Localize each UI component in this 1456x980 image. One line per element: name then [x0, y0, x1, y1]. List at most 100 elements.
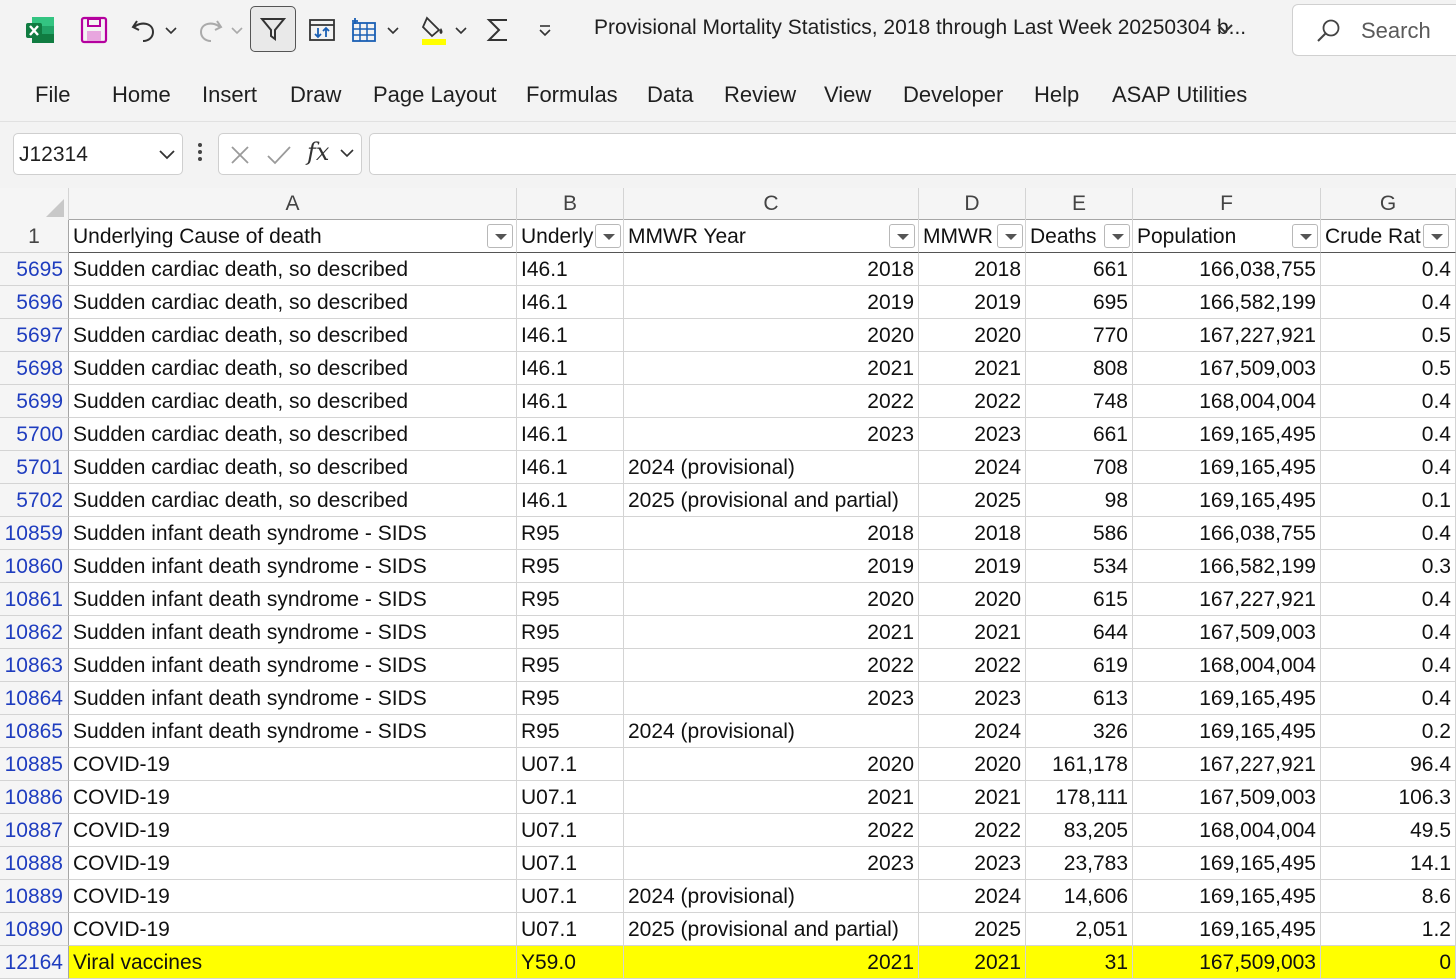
insert-function-icon[interactable]: fx: [307, 138, 329, 166]
row-header[interactable]: 10888: [0, 847, 69, 880]
population-cell[interactable]: 166,038,755: [1133, 517, 1321, 550]
header-cell-mmwr-year[interactable]: MMWR Year: [624, 220, 919, 253]
save-icon[interactable]: [74, 8, 114, 52]
cause-cell[interactable]: Sudden cardiac death, so described: [69, 253, 517, 286]
mmwr-cell[interactable]: 2022: [919, 385, 1026, 418]
crude-rate-cell[interactable]: 0.4: [1321, 649, 1456, 682]
cause-cell[interactable]: Sudden cardiac death, so described: [69, 484, 517, 517]
crude-rate-cell[interactable]: 8.6: [1321, 880, 1456, 913]
mmwr-year-cell[interactable]: 2019: [624, 550, 919, 583]
code-cell[interactable]: R95: [517, 550, 624, 583]
more-options-icon[interactable]: [196, 140, 204, 169]
crude-rate-cell[interactable]: 1.2: [1321, 913, 1456, 946]
mmwr-year-cell[interactable]: 2018: [624, 517, 919, 550]
crude-rate-cell[interactable]: 0.4: [1321, 682, 1456, 715]
filter-icon[interactable]: [250, 6, 296, 52]
population-cell[interactable]: 166,038,755: [1133, 253, 1321, 286]
deaths-cell[interactable]: 748: [1026, 385, 1133, 418]
code-cell[interactable]: R95: [517, 583, 624, 616]
mmwr-cell[interactable]: 2021: [919, 781, 1026, 814]
tab-help[interactable]: Help: [1034, 82, 1079, 108]
filter-dropdown-icon[interactable]: [487, 224, 513, 248]
cause-cell[interactable]: Sudden infant death syndrome - SIDS: [69, 517, 517, 550]
filter-dropdown-icon[interactable]: [595, 224, 621, 248]
deaths-cell[interactable]: 2,051: [1026, 913, 1133, 946]
undo-icon[interactable]: [124, 8, 164, 52]
mmwr-cell[interactable]: 2024: [919, 715, 1026, 748]
tab-draw[interactable]: Draw: [290, 82, 341, 108]
code-cell[interactable]: U07.1: [517, 880, 624, 913]
population-cell[interactable]: 167,509,003: [1133, 616, 1321, 649]
mmwr-year-cell[interactable]: 2020: [624, 748, 919, 781]
filter-dropdown-icon[interactable]: [997, 224, 1023, 248]
cause-cell[interactable]: Sudden cardiac death, so described: [69, 418, 517, 451]
title-chevron-down-icon[interactable]: [1214, 18, 1236, 45]
tab-file[interactable]: File: [35, 82, 70, 108]
mmwr-year-cell[interactable]: 2024 (provisional): [624, 451, 919, 484]
column-header-e[interactable]: E: [1026, 188, 1133, 220]
header-cell-deaths[interactable]: Deaths: [1026, 220, 1133, 253]
cause-cell[interactable]: Sudden cardiac death, so described: [69, 286, 517, 319]
deaths-cell[interactable]: 661: [1026, 418, 1133, 451]
deaths-cell[interactable]: 619: [1026, 649, 1133, 682]
deaths-cell[interactable]: 695: [1026, 286, 1133, 319]
code-cell[interactable]: Y59.0: [517, 946, 624, 979]
code-cell[interactable]: R95: [517, 649, 624, 682]
crude-rate-cell[interactable]: 0.4: [1321, 253, 1456, 286]
population-cell[interactable]: 167,509,003: [1133, 781, 1321, 814]
population-cell[interactable]: 168,004,004: [1133, 649, 1321, 682]
code-cell[interactable]: U07.1: [517, 781, 624, 814]
population-cell[interactable]: 169,165,495: [1133, 715, 1321, 748]
mmwr-year-cell[interactable]: 2020: [624, 583, 919, 616]
crude-rate-cell[interactable]: 106.3: [1321, 781, 1456, 814]
mmwr-year-cell[interactable]: 2021: [624, 616, 919, 649]
code-cell[interactable]: I46.1: [517, 253, 624, 286]
population-cell[interactable]: 169,165,495: [1133, 418, 1321, 451]
cancel-icon[interactable]: [227, 142, 253, 173]
crude-rate-cell[interactable]: 14.1: [1321, 847, 1456, 880]
crude-rate-cell[interactable]: 0.4: [1321, 451, 1456, 484]
formula-input[interactable]: [369, 133, 1456, 175]
crude-rate-cell[interactable]: 0.4: [1321, 583, 1456, 616]
redo-dropdown-icon[interactable]: [228, 8, 246, 52]
cause-cell[interactable]: COVID-19: [69, 748, 517, 781]
header-cell-code[interactable]: Underly: [517, 220, 624, 253]
deaths-cell[interactable]: 615: [1026, 583, 1133, 616]
population-cell[interactable]: 169,165,495: [1133, 484, 1321, 517]
population-cell[interactable]: 169,165,495: [1133, 913, 1321, 946]
crude-rate-cell[interactable]: 0.4: [1321, 385, 1456, 418]
code-cell[interactable]: I46.1: [517, 352, 624, 385]
population-cell[interactable]: 167,509,003: [1133, 352, 1321, 385]
code-cell[interactable]: I46.1: [517, 319, 624, 352]
row-header[interactable]: 10859: [0, 517, 69, 550]
mmwr-year-cell[interactable]: 2022: [624, 649, 919, 682]
tab-page-layout[interactable]: Page Layout: [373, 82, 497, 108]
code-cell[interactable]: U07.1: [517, 913, 624, 946]
mmwr-year-cell[interactable]: 2021: [624, 352, 919, 385]
tab-insert[interactable]: Insert: [202, 82, 257, 108]
mmwr-year-cell[interactable]: 2019: [624, 286, 919, 319]
fill-color-icon[interactable]: [414, 8, 454, 52]
code-cell[interactable]: R95: [517, 682, 624, 715]
code-cell[interactable]: R95: [517, 715, 624, 748]
deaths-cell[interactable]: 534: [1026, 550, 1133, 583]
cause-cell[interactable]: Sudden cardiac death, so described: [69, 451, 517, 484]
row-header[interactable]: 5702: [0, 484, 69, 517]
population-cell[interactable]: 169,165,495: [1133, 682, 1321, 715]
mmwr-cell[interactable]: 2025: [919, 913, 1026, 946]
deaths-cell[interactable]: 770: [1026, 319, 1133, 352]
cause-cell[interactable]: COVID-19: [69, 913, 517, 946]
row-header[interactable]: 5696: [0, 286, 69, 319]
cause-cell[interactable]: Sudden infant death syndrome - SIDS: [69, 550, 517, 583]
row-header[interactable]: 5700: [0, 418, 69, 451]
population-cell[interactable]: 167,509,003: [1133, 946, 1321, 979]
crude-rate-cell[interactable]: 0.2: [1321, 715, 1456, 748]
row-header[interactable]: 10886: [0, 781, 69, 814]
deaths-cell[interactable]: 161,178: [1026, 748, 1133, 781]
tab-data[interactable]: Data: [647, 82, 693, 108]
population-cell[interactable]: 166,582,199: [1133, 550, 1321, 583]
row-header[interactable]: 10865: [0, 715, 69, 748]
mmwr-cell[interactable]: 2024: [919, 880, 1026, 913]
customize-toolbar-icon[interactable]: [530, 8, 560, 52]
deaths-cell[interactable]: 644: [1026, 616, 1133, 649]
